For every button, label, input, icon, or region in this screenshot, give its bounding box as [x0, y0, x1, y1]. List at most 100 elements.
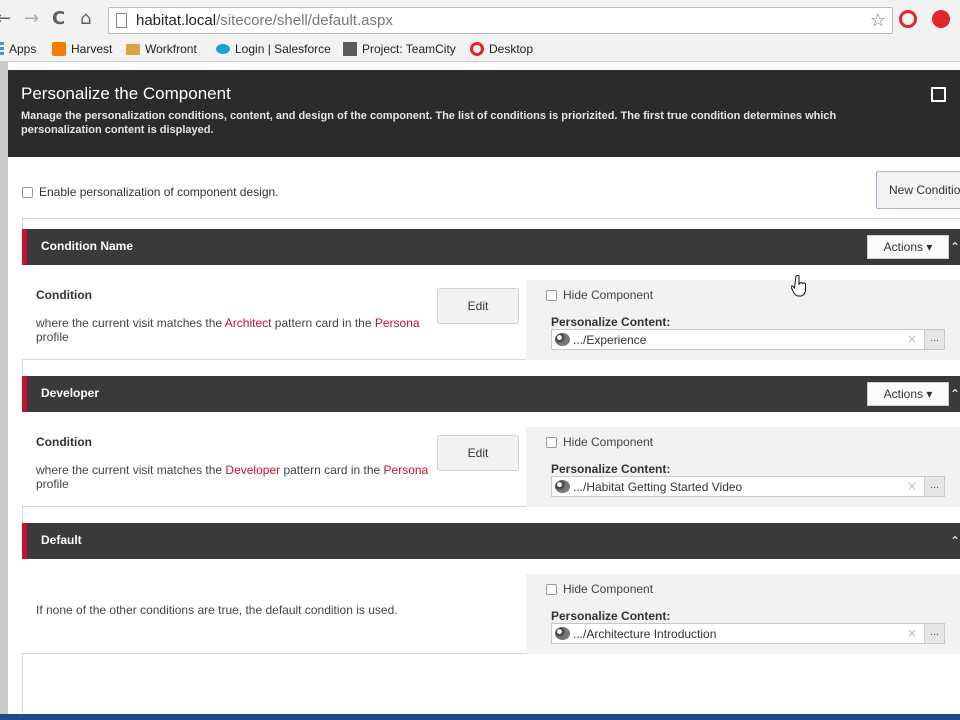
hide-component-option[interactable]: Hide Component: [546, 288, 653, 302]
rule-text: where the current visit matches the: [36, 463, 226, 477]
bookmark-label: Login | Salesforce: [235, 42, 331, 56]
bookmark-salesforce[interactable]: Login | Salesforce: [216, 41, 331, 57]
condition-header[interactable]: Default ⌃: [22, 523, 960, 559]
enable-personalization-checkbox[interactable]: [22, 186, 33, 198]
edit-button[interactable]: Edit: [437, 435, 519, 471]
rule-text: where the current visit matches the: [36, 316, 225, 330]
lastpass-extension-icon[interactable]: [932, 10, 950, 28]
media-item-icon: [555, 480, 570, 493]
back-icon[interactable]: ←: [0, 9, 11, 29]
forward-icon[interactable]: →: [24, 9, 39, 29]
media-item-icon: [555, 333, 570, 346]
background-strip: [0, 62, 8, 720]
bookmark-label: Apps: [9, 42, 37, 56]
browse-button[interactable]: ...: [924, 329, 945, 350]
bookmark-desktop[interactable]: Desktop: [470, 41, 533, 57]
hide-component-option[interactable]: Hide Component: [546, 435, 653, 449]
collapse-icon[interactable]: ⌃: [950, 240, 960, 254]
clear-icon[interactable]: ×: [907, 626, 917, 640]
url-text[interactable]: habitat.local/sitecore/shell/default.asp…: [136, 11, 393, 31]
desktop-icon: [470, 42, 484, 56]
collapse-icon[interactable]: ⌃: [950, 534, 960, 548]
hide-component-checkbox[interactable]: [546, 583, 557, 595]
enable-personalization-label: Enable personalization of component desi…: [39, 185, 279, 199]
condition-header[interactable]: Developer Actions ▾ ⌃: [22, 376, 960, 412]
actions-button[interactable]: Actions ▾: [867, 382, 949, 406]
folder-icon: [126, 43, 140, 55]
teamcity-icon: [343, 42, 357, 56]
personalize-content-field[interactable]: .../Experience × ...: [551, 329, 945, 350]
rule-keyword-profile[interactable]: Persona: [384, 463, 429, 477]
bookmark-workfront[interactable]: Workfront: [126, 41, 197, 57]
browse-button[interactable]: ...: [924, 476, 945, 497]
apps-grid-icon: [0, 42, 4, 56]
hide-component-label: Hide Component: [563, 288, 654, 302]
clear-icon[interactable]: ×: [907, 332, 917, 346]
rule-keyword-pattern[interactable]: Architect: [225, 316, 272, 330]
clear-icon[interactable]: ×: [907, 479, 917, 493]
condition-name: Default: [41, 533, 82, 547]
taskbar: [0, 714, 960, 720]
bookmark-label: Workfront: [145, 42, 197, 56]
condition-name: Developer: [41, 386, 100, 400]
media-item-icon: [555, 627, 570, 640]
rule-text: profile: [36, 477, 69, 491]
hide-component-checkbox[interactable]: [546, 289, 557, 301]
hand-cursor-icon: [791, 275, 806, 297]
hide-component-label: Hide Component: [563, 435, 654, 449]
personalize-content-field[interactable]: .../Habitat Getting Started Video × ...: [551, 476, 945, 497]
actions-button[interactable]: Actions ▾: [867, 235, 949, 259]
personalize-content-value: .../Architecture Introduction: [573, 627, 717, 641]
content-panel: Hide Component Personalize Content: .../…: [526, 574, 960, 654]
dialog-header: Personalize the Component Manage the per…: [8, 70, 960, 157]
bookmark-apps[interactable]: Apps: [0, 41, 36, 57]
bookmark-teamcity[interactable]: Project: TeamCity: [343, 41, 456, 57]
personalize-content-field[interactable]: .../Architecture Introduction × ...: [551, 623, 945, 644]
personalize-content-label: Personalize Content:: [551, 315, 671, 329]
condition-header[interactable]: Condition Name Actions ▾ ⌃: [22, 229, 960, 265]
rule-text: pattern card in the: [271, 316, 375, 330]
personalize-content-label: Personalize Content:: [551, 462, 671, 476]
harvest-icon: [52, 42, 66, 56]
maximize-icon[interactable]: [931, 87, 946, 102]
rule-text: pattern card in the: [280, 463, 384, 477]
condition-body: If none of the other conditions are true…: [22, 559, 960, 654]
condition-body: Condition where the current visit matche…: [22, 412, 960, 507]
home-icon[interactable]: ⌂: [80, 9, 91, 29]
rule-text: profile: [36, 330, 69, 344]
reload-icon[interactable]: C: [52, 9, 65, 29]
rule-keyword-pattern[interactable]: Developer: [225, 463, 280, 477]
collapse-icon[interactable]: ⌃: [950, 387, 960, 401]
bookmark-harvest[interactable]: Harvest: [52, 41, 112, 57]
condition-rule-text: where the current visit matches the Arch…: [36, 316, 436, 344]
salesforce-cloud-icon: [216, 44, 230, 54]
dialog-title: Personalize the Component: [21, 84, 231, 103]
bookmark-label: Desktop: [489, 42, 534, 56]
enable-personalization-option[interactable]: Enable personalization of component desi…: [22, 185, 279, 199]
opera-extension-icon[interactable]: [899, 10, 917, 28]
browse-button[interactable]: ...: [924, 623, 945, 644]
rule-keyword-profile[interactable]: Persona: [375, 316, 420, 330]
personalize-content-value: .../Habitat Getting Started Video: [573, 480, 743, 494]
bookmark-label: Harvest: [71, 42, 113, 56]
condition-label: Condition: [36, 288, 92, 302]
condition-rule-text: where the current visit matches the Deve…: [36, 463, 436, 491]
address-bar[interactable]: habitat.local/sitecore/shell/default.asp…: [108, 7, 893, 34]
bookmark-label: Project: TeamCity: [362, 42, 456, 56]
condition-body: Condition where the current visit matche…: [22, 265, 960, 360]
new-condition-button[interactable]: New Condition: [876, 171, 960, 209]
url-path: /sitecore/shell/default.aspx: [216, 12, 393, 29]
hide-component-label: Hide Component: [563, 582, 654, 596]
page-icon: [116, 13, 127, 28]
hide-component-checkbox[interactable]: [546, 436, 557, 448]
bookmarks-bar: Apps Harvest Workfront Login | Salesforc…: [0, 38, 960, 62]
edit-button[interactable]: Edit: [437, 288, 519, 324]
bookmark-star-icon[interactable]: ☆: [870, 10, 886, 31]
personalize-content-value: .../Experience: [573, 333, 647, 347]
browser-toolbar: ← → C ⌂ habitat.local/sitecore/shell/def…: [0, 0, 960, 38]
default-condition-text: If none of the other conditions are true…: [36, 603, 398, 617]
hide-component-option[interactable]: Hide Component: [546, 582, 653, 596]
url-host: habitat.local: [136, 12, 217, 29]
condition-label: Condition: [36, 435, 92, 449]
condition-name: Condition Name: [41, 239, 133, 253]
